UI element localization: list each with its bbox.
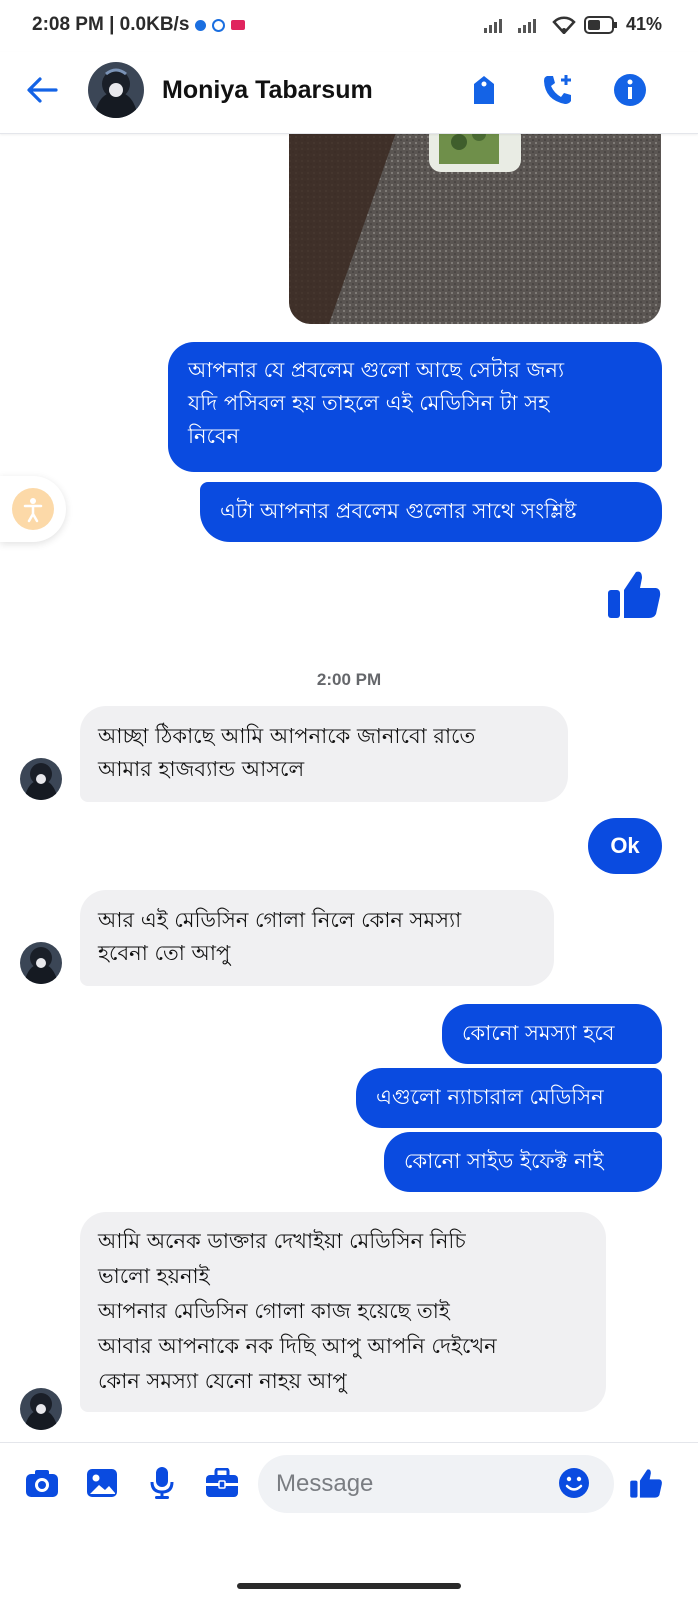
toolbox-button[interactable] xyxy=(204,1465,240,1501)
status-right: 41% xyxy=(483,14,662,35)
gallery-button[interactable] xyxy=(84,1465,120,1501)
like-button[interactable] xyxy=(628,1465,664,1501)
chat-header: Moniya Tabarsum xyxy=(0,52,698,134)
phone-plus-icon xyxy=(544,75,571,104)
message-timestamp: 2:00 PM xyxy=(316,670,382,689)
outgoing-message[interactable]: এটা আপনার প্রবলেম গুলোর সাথে সংশ্লিষ্ট xyxy=(200,482,662,542)
voice-button[interactable] xyxy=(144,1465,180,1501)
outgoing-message[interactable]: এগুলো ন্যাচারাল মেডিসিন xyxy=(356,1068,662,1128)
signal-icon xyxy=(483,18,502,33)
smiley-icon xyxy=(559,1468,589,1498)
microphone-icon xyxy=(150,1467,174,1499)
youtube-icon xyxy=(231,20,246,30)
info-button[interactable] xyxy=(612,72,648,108)
thumbs-up-icon xyxy=(630,1469,662,1498)
incoming-message[interactable]: আমি অনেক ডাক্তার দেখাইয়া মেডিসিন নিচি ভ… xyxy=(80,1212,606,1412)
wifi-icon xyxy=(552,16,576,34)
status-left: 2:08 PM | 0.0KB/s xyxy=(32,14,246,36)
status-bar: 2:08 PM | 0.0KB/s 41% xyxy=(0,0,698,52)
avatar[interactable] xyxy=(20,1388,62,1430)
outgoing-message[interactable]: আপনার যে প্রবলেম গুলো আছে সেটার জন্য যদি… xyxy=(168,342,662,472)
avatar[interactable] xyxy=(20,758,62,800)
home-indicator[interactable] xyxy=(237,1583,461,1589)
avatar[interactable] xyxy=(20,942,62,984)
info-icon xyxy=(614,74,646,106)
camera-button[interactable] xyxy=(24,1465,60,1501)
back-button[interactable] xyxy=(22,70,62,110)
notification-icon xyxy=(195,19,207,31)
image-icon xyxy=(87,1469,117,1497)
like-sticker[interactable] xyxy=(606,566,662,622)
briefcase-icon xyxy=(206,1468,238,1497)
signal-icon xyxy=(517,18,536,33)
call-button[interactable] xyxy=(540,72,576,108)
outgoing-message[interactable]: কোনো সাইড ইফেক্ট নাই xyxy=(384,1132,662,1192)
outgoing-message[interactable]: Ok xyxy=(588,818,662,874)
message-thread[interactable]: আপনার যে প্রবলেম গুলো আছে সেটার জন্য যদি… xyxy=(0,134,698,1442)
accessibility-button[interactable] xyxy=(0,476,66,542)
emoji-button[interactable] xyxy=(556,1465,592,1501)
composer-bar xyxy=(0,1442,698,1522)
status-time-speed: 2:08 PM | 0.0KB/s xyxy=(32,14,190,35)
notification-icon xyxy=(212,18,226,32)
tag-button[interactable] xyxy=(466,72,502,108)
outgoing-message[interactable]: কোনো সমস্যা হবে xyxy=(442,1004,662,1064)
arrow-left-icon xyxy=(27,77,58,103)
tag-icon xyxy=(474,76,494,104)
contact-name[interactable]: Moniya Tabarsum xyxy=(162,76,373,105)
shared-photo[interactable] xyxy=(289,134,661,324)
camera-icon xyxy=(26,1470,58,1497)
battery-level: 41% xyxy=(625,14,662,34)
avatar[interactable] xyxy=(88,62,144,118)
battery-icon xyxy=(583,15,617,34)
thumbs-up-icon xyxy=(608,571,661,618)
incoming-message[interactable]: আর এই মেডিসিন গোলা নিলে কোন সমস্যা হবেনা… xyxy=(80,890,554,986)
incoming-message[interactable]: আচ্ছা ঠিকাছে আমি আপনাকে জানাবো রাতে আমার… xyxy=(80,706,568,802)
accessibility-icon xyxy=(12,488,54,530)
